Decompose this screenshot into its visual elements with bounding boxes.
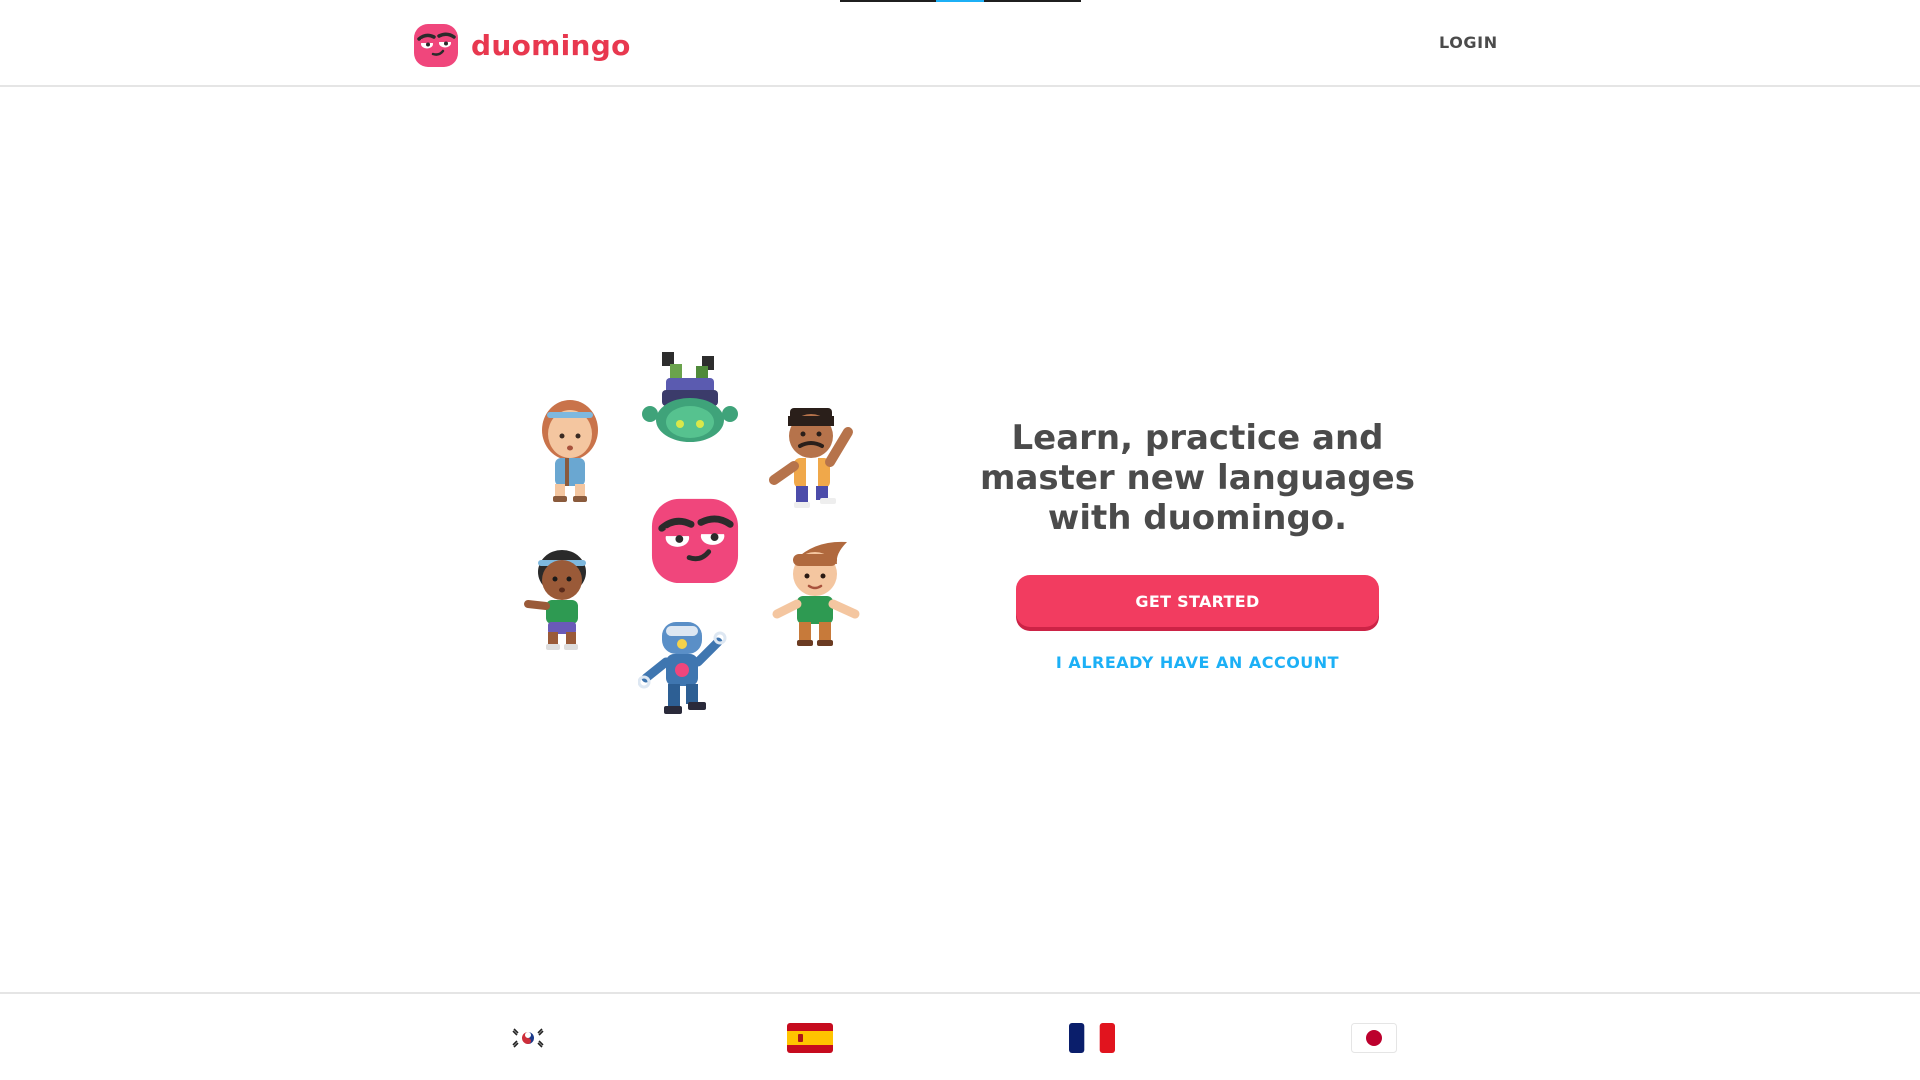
robot-character — [638, 622, 727, 714]
hero-section: Learn, practice and master new languages… — [940, 418, 1455, 672]
already-have-account-link[interactable]: I ALREADY HAVE AN ACCOUNT — [940, 653, 1455, 672]
girl-with-cap-character — [524, 550, 586, 650]
characters-illustration — [510, 350, 890, 730]
japan-flag-icon[interactable] — [1351, 1023, 1397, 1053]
hero-headline: Learn, practice and master new languages… — [980, 418, 1415, 538]
south-korea-flag-icon[interactable] — [505, 1023, 551, 1053]
boy-with-quiff-character — [772, 541, 860, 646]
brand-name: duomingo — [471, 28, 631, 62]
get-started-button[interactable]: GET STARTED — [1016, 575, 1379, 627]
brand-logo[interactable]: duomingo — [413, 22, 631, 68]
zombie-character — [642, 352, 738, 442]
france-flag-icon[interactable] — [1069, 1023, 1115, 1053]
top-header: duomingo LOGIN — [0, 0, 1920, 87]
girl-with-headband-character — [542, 400, 598, 502]
man-with-mustache-character — [769, 408, 853, 508]
duomingo-mascot-icon — [414, 24, 458, 67]
spain-flag-icon[interactable] — [787, 1023, 833, 1053]
language-footer — [0, 992, 1920, 1080]
login-link[interactable]: LOGIN — [1439, 33, 1498, 52]
duomingo-mascot-character — [651, 498, 739, 584]
